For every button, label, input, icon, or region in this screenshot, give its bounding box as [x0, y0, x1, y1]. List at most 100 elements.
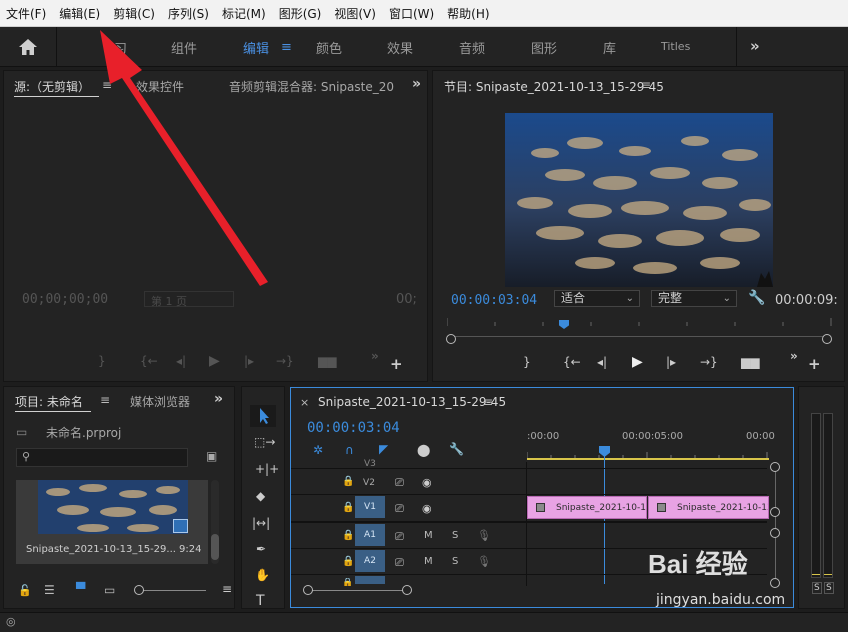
play-icon[interactable]: ▶	[209, 353, 220, 369]
vscroll-handle-top[interactable]	[770, 462, 780, 472]
track-label-a3[interactable]	[355, 576, 385, 584]
track-select-tool-icon[interactable]: ⬚→	[254, 435, 275, 449]
tab-color[interactable]: 颜色	[316, 38, 342, 57]
icon-view-icon[interactable]: ▀	[76, 582, 85, 596]
panel-menu-icon[interactable]: ≡	[641, 78, 651, 92]
mute-button[interactable]: M	[424, 556, 433, 567]
menu-clip[interactable]: 剪辑(C)	[113, 5, 155, 22]
close-icon[interactable]: ×	[300, 396, 309, 409]
video-clip-1[interactable]: Snipaste_2021-10-13	[527, 496, 647, 519]
list-view-icon[interactable]: ☰	[44, 583, 55, 597]
tab-media-browser[interactable]: 媒体浏览器	[130, 393, 190, 410]
menu-file[interactable]: 文件(F)	[6, 5, 46, 22]
timeline-timecode[interactable]: 00:00:03:04	[307, 420, 400, 436]
slip-tool-icon[interactable]: |↔|	[252, 516, 270, 530]
step-back-icon[interactable]: ◂|	[597, 355, 607, 369]
menu-edit[interactable]: 编辑(E)	[59, 5, 100, 22]
step-back-icon[interactable]: ◂|	[176, 354, 186, 368]
scroll-handle-left[interactable]	[303, 585, 313, 595]
menu-markers[interactable]: 标记(M)	[222, 5, 266, 22]
track-label-a2[interactable]: A2	[355, 550, 385, 572]
tab-audio[interactable]: 音频	[459, 38, 485, 57]
playhead-marker[interactable]	[559, 320, 569, 329]
marker-icon[interactable]: }	[98, 354, 106, 368]
tab-effects[interactable]: 效果	[387, 38, 413, 57]
scroll-handle-left[interactable]	[446, 334, 456, 344]
snap-icon[interactable]: ✲	[313, 443, 323, 457]
tab-source[interactable]: 源:（无剪辑）	[14, 78, 90, 95]
go-in-icon[interactable]: {←	[563, 355, 581, 369]
overflow-chevron-icon[interactable]: »	[214, 391, 223, 407]
wrench-icon[interactable]: 🔧	[449, 442, 464, 456]
add-marker-icon[interactable]: ⬤	[417, 443, 430, 457]
step-forward-icon[interactable]: |▸	[666, 355, 676, 369]
lock-icon[interactable]: 🔓	[18, 584, 32, 597]
solo-button[interactable]: S	[452, 530, 458, 541]
panel-menu-icon[interactable]: ≡	[222, 582, 232, 596]
program-ruler[interactable]	[447, 318, 832, 326]
lock-icon[interactable]: 🔒	[342, 556, 354, 567]
toggle-output-icon[interactable]: ⎚	[395, 556, 404, 570]
overflow-chevron-icon[interactable]: »	[371, 349, 379, 363]
track-label-a1[interactable]: A1	[355, 524, 385, 546]
tab-project[interactable]: 项目: 未命名	[15, 393, 83, 410]
lock-icon[interactable]: 🔒	[342, 502, 354, 513]
timeline-ruler[interactable]	[527, 450, 769, 460]
zoom-slider[interactable]	[136, 590, 206, 591]
toggle-output-icon[interactable]: ⎚	[395, 530, 404, 544]
page-selector[interactable]: 第 1 页	[144, 291, 234, 308]
overflow-chevron-icon[interactable]: »	[412, 76, 421, 92]
mute-button[interactable]: M	[424, 530, 433, 541]
zoom-slider-handle[interactable]	[134, 585, 144, 595]
program-timecode[interactable]: 00:00:03:04	[451, 293, 537, 308]
zoom-scrollbar[interactable]	[447, 336, 830, 342]
insert-icon[interactable]: ▆▆	[318, 354, 336, 368]
panel-menu-icon[interactable]: ≡	[100, 393, 110, 407]
track-label-v1[interactable]: V1	[355, 496, 385, 518]
menu-sequence[interactable]: 序列(S)	[168, 5, 209, 22]
tab-libraries[interactable]: 库	[603, 38, 616, 57]
menu-help[interactable]: 帮助(H)	[447, 5, 489, 22]
video-clip-2[interactable]: Snipaste_2021-10-13_	[648, 496, 769, 519]
pen-tool-icon[interactable]: ✒	[256, 542, 266, 556]
menu-view[interactable]: 视图(V)	[334, 5, 376, 22]
toggle-output-icon[interactable]: ⎚	[395, 502, 404, 516]
new-bin-icon[interactable]: ▣	[206, 449, 217, 463]
lock-icon[interactable]: 🔒	[342, 578, 353, 586]
eye-icon[interactable]: ◉	[422, 502, 432, 515]
eye-icon[interactable]: ◉	[422, 476, 432, 489]
track-label-v2[interactable]: V2	[359, 472, 379, 494]
vscroll-handle-a[interactable]	[770, 528, 780, 538]
razor-tool-icon[interactable]: ◆	[256, 489, 265, 503]
lock-icon[interactable]: 🔒	[342, 530, 354, 541]
insert-icon[interactable]: ▆▆	[741, 355, 759, 369]
tab-titles[interactable]: Titles	[661, 40, 690, 53]
tab-sequence[interactable]: Snipaste_2021-10-13_15-29-45	[318, 395, 506, 409]
type-tool-icon[interactable]: T	[256, 593, 265, 609]
menu-window[interactable]: 窗口(W)	[389, 5, 434, 22]
marker-icon[interactable]: }	[523, 355, 531, 369]
project-scrollbar[interactable]	[211, 480, 219, 564]
timeline-h-scrollbar[interactable]	[305, 590, 409, 591]
add-button-icon[interactable]: +	[808, 355, 821, 373]
freeform-view-icon[interactable]: ▭	[104, 583, 115, 597]
search-input[interactable]: ⚲	[16, 448, 188, 467]
mic-icon[interactable]: 🎙	[477, 529, 491, 542]
wrench-icon[interactable]: 🔧	[748, 290, 765, 306]
go-in-icon[interactable]: {←	[140, 354, 158, 368]
tab-program[interactable]: 节目: Snipaste_2021-10-13_15-29-45	[444, 78, 664, 95]
home-icon[interactable]	[18, 38, 38, 56]
solo-button[interactable]: S	[452, 556, 458, 567]
lock-icon[interactable]: 🔒	[342, 476, 354, 487]
scroll-handle-right[interactable]	[822, 334, 832, 344]
vscroll-handle-mid[interactable]	[770, 507, 780, 517]
hand-tool-icon[interactable]: ✋	[255, 568, 270, 582]
mic-icon[interactable]: 🎙	[477, 555, 491, 568]
fit-dropdown[interactable]: 适合 ⌄	[554, 290, 640, 307]
overflow-chevron-icon[interactable]: »	[750, 37, 760, 55]
tab-graphics[interactable]: 图形	[531, 38, 557, 57]
clip-thumbnail-card[interactable]: Snipaste_2021-10-13_15-29... 9:24	[16, 480, 208, 564]
magnet-icon[interactable]: ∩	[345, 443, 354, 457]
panel-menu-icon[interactable]: ≡	[483, 395, 493, 409]
overflow-chevron-icon[interactable]: »	[790, 349, 798, 363]
